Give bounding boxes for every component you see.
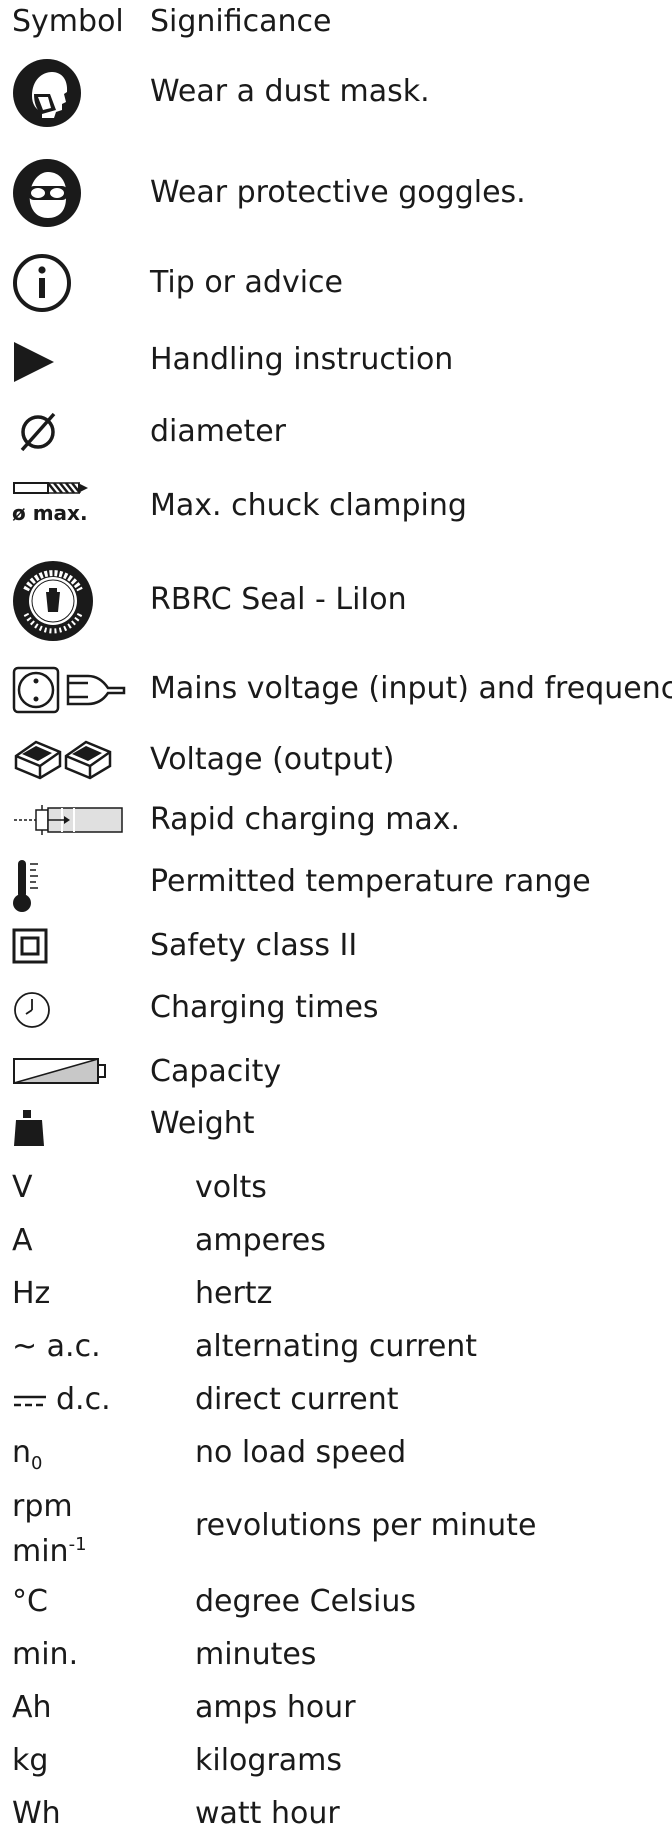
unit-meaning: alternating current [195, 1329, 478, 1364]
unit-meaning: minutes [195, 1637, 317, 1672]
unit-abbreviation: rpm min-1 [12, 1488, 87, 1571]
battery-capacity-icon [12, 1056, 108, 1086]
rbrc-seal-icon [12, 560, 94, 642]
unit-superscript: -1 [68, 1534, 87, 1555]
unit-abbreviation: Wh [12, 1796, 61, 1831]
unit-meaning: degree Celsius [195, 1584, 417, 1619]
diameter-icon [16, 410, 60, 454]
info-icon [12, 253, 72, 313]
symbol-significance: Permitted temperature range [150, 864, 591, 899]
unit-abbreviation: d.c. [12, 1382, 111, 1418]
unit-meaning: volts [195, 1170, 267, 1205]
symbol-significance: Wear protective goggles. [150, 175, 526, 210]
unit-abbreviation: min. [12, 1637, 79, 1672]
battery-packs-icon [12, 738, 116, 780]
symbol-significance: Charging times [150, 990, 379, 1025]
unit-abbreviation: kg [12, 1743, 49, 1778]
unit-meaning: watt hour [195, 1796, 340, 1831]
symbol-significance: Capacity [150, 1054, 282, 1089]
unit-abbreviation: °C [12, 1584, 48, 1619]
symbol-significance: Rapid charging max. [150, 802, 461, 837]
unit-subscript: 0 [31, 1453, 43, 1474]
direct-current-icon [12, 1393, 48, 1409]
unit-abbreviation-text: rpm [12, 1489, 73, 1524]
unit-meaning: amps hour [195, 1690, 356, 1725]
symbol-significance: Wear a dust mask. [150, 74, 430, 109]
weight-icon [12, 1108, 48, 1148]
unit-abbreviation: n0 [12, 1435, 42, 1482]
safety-class-ii-icon [12, 928, 48, 964]
symbol-significance: Weight [150, 1106, 255, 1141]
unit-abbreviation-text: d.c. [56, 1382, 111, 1417]
unit-meaning: no load speed [195, 1435, 407, 1470]
unit-abbreviation: Ah [12, 1690, 52, 1725]
clock-icon [12, 990, 52, 1030]
symbol-significance: Mains voltage (input) and frequency [150, 671, 672, 706]
unit-meaning: hertz [195, 1276, 273, 1311]
unit-abbreviation-text: n [12, 1435, 32, 1470]
unit-abbreviation: ~ a.c. [12, 1329, 101, 1364]
symbol-significance: RBRC Seal - LiIon [150, 582, 407, 617]
mains-plug-icon [12, 666, 126, 716]
symbol-significance: Tip or advice [150, 265, 344, 300]
dust-mask-icon [12, 58, 82, 128]
symbol-significance: diameter [150, 414, 286, 449]
unit-abbreviation: Hz [12, 1276, 51, 1311]
thermometer-icon [12, 858, 52, 914]
symbol-significance: Max. chuck clamping [150, 488, 467, 523]
goggles-icon [12, 158, 82, 228]
significance-column-header: Significance [150, 4, 332, 39]
rapid-charging-icon [12, 800, 124, 840]
chuck-clamping-icon: ø max. [12, 478, 92, 524]
symbol-significance: Safety class II [150, 928, 358, 963]
play-triangle-icon [12, 340, 56, 384]
unit-meaning: kilograms [195, 1743, 343, 1778]
unit-abbreviation: A [12, 1223, 33, 1258]
unit-abbreviation-text: min [12, 1534, 69, 1569]
unit-meaning: amperes [195, 1223, 326, 1258]
unit-abbreviation: V [12, 1170, 33, 1205]
unit-meaning: direct current [195, 1382, 399, 1417]
unit-meaning: revolutions per minute [195, 1508, 537, 1543]
symbol-significance: Voltage (output) [150, 742, 395, 777]
symbol-column-header: Symbol [12, 4, 124, 39]
symbol-significance: Handling instruction [150, 342, 454, 377]
chuck-clamping-label: ø max. [12, 501, 88, 525]
